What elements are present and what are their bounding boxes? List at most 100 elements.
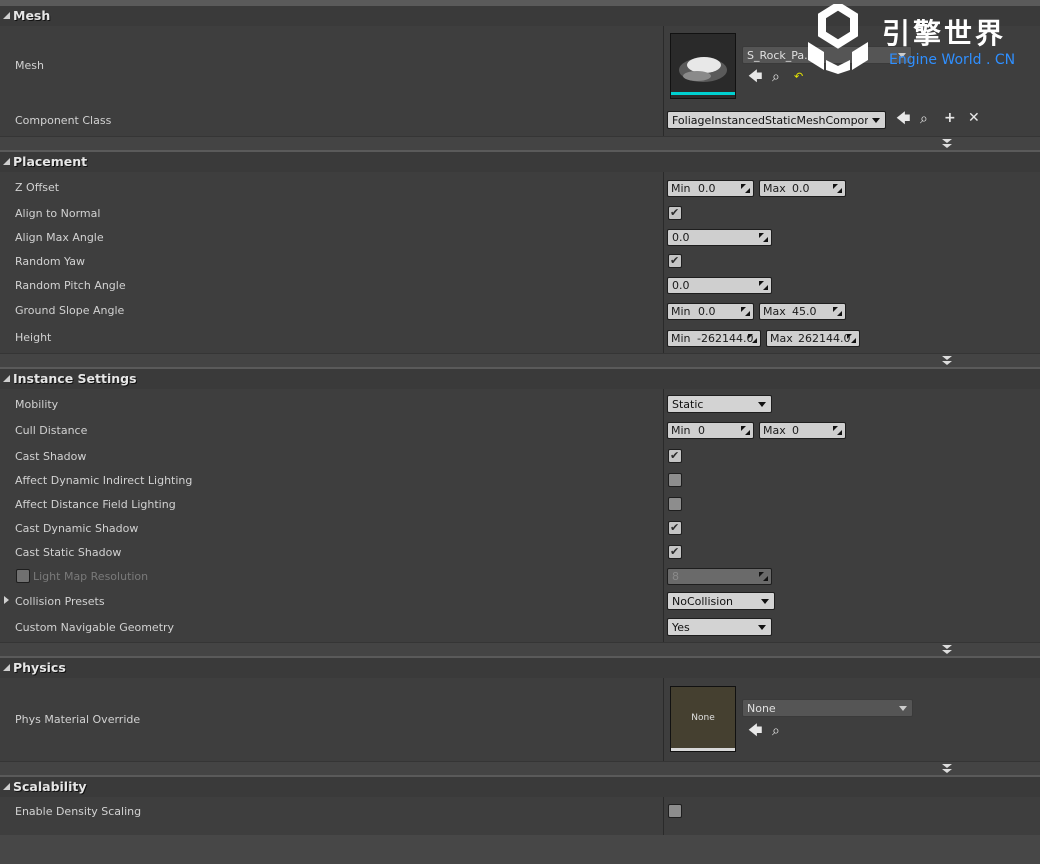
checkmark-icon: ✔ <box>670 449 680 462</box>
min-value: 0.0 <box>698 182 716 195</box>
ground-slope-min-field[interactable]: Min 0.0 <box>667 303 754 320</box>
mesh-thumbnail[interactable] <box>670 33 736 99</box>
height-min-field[interactable]: Min -262144.0 <box>667 330 761 347</box>
section-header-physics[interactable]: Physics <box>0 656 1040 678</box>
drag-handle-icon[interactable] <box>741 184 750 193</box>
expand-advanced-icon[interactable] <box>942 356 953 365</box>
align-max-angle-label: Align Max Angle <box>15 231 104 244</box>
row-cast-shadow: Cast Shadow ✔ <box>0 441 1040 465</box>
row-mobility: Mobility Static <box>0 389 1040 415</box>
expand-arrow-icon[interactable] <box>4 596 9 604</box>
phys-material-thumbnail[interactable]: None <box>670 686 736 752</box>
max-prefix: Max <box>763 424 786 437</box>
drag-handle-icon[interactable] <box>833 426 842 435</box>
row-affect-dynamic-indirect-lighting: Affect Dynamic Indirect Lighting <box>0 465 1040 489</box>
affect-dynamic-indirect-checkbox[interactable] <box>668 473 682 487</box>
section-title-placement: Placement <box>13 154 88 169</box>
phys-material-combo[interactable]: None <box>742 699 913 717</box>
collapse-triangle-icon[interactable] <box>3 664 10 671</box>
collapse-triangle-icon[interactable] <box>3 375 10 382</box>
section-footer-instance-settings[interactable] <box>0 642 1040 657</box>
section-title-scalability: Scalability <box>13 779 87 794</box>
row-collision-presets: Collision Presets NoCollision <box>0 585 1040 611</box>
chevron-down-icon <box>899 706 907 711</box>
height-label: Height <box>15 331 52 344</box>
min-prefix: Min <box>671 182 691 195</box>
engine-world-logo-icon <box>808 4 868 74</box>
field-value: 0.0 <box>672 279 690 292</box>
section-body-scalability: Enable Density Scaling <box>0 797 1040 835</box>
arrow-left-icon[interactable]: 🡄 <box>748 724 762 738</box>
section-footer-physics[interactable] <box>0 761 1040 776</box>
height-max-field[interactable]: Max 262144.0 <box>766 330 860 347</box>
custom-navigable-geometry-value: Yes <box>672 621 690 634</box>
z-offset-min-field[interactable]: Min 0.0 <box>667 180 754 197</box>
checkmark-icon: ✔ <box>670 206 680 219</box>
drag-handle-icon[interactable] <box>748 334 757 343</box>
min-prefix: Min <box>671 332 691 345</box>
align-max-angle-field[interactable]: 0.0 <box>667 229 772 246</box>
ground-slope-angle-label: Ground Slope Angle <box>15 304 125 317</box>
row-random-yaw: Random Yaw ✔ <box>0 246 1040 270</box>
section-header-scalability[interactable]: Scalability <box>0 775 1040 797</box>
checkmark-icon: ✔ <box>670 254 680 267</box>
drag-handle-icon[interactable] <box>759 281 768 290</box>
arrow-left-icon[interactable]: 🡄 <box>748 70 762 84</box>
section-footer-placement[interactable] <box>0 353 1040 368</box>
light-map-override-checkbox[interactable] <box>16 569 30 583</box>
affect-distance-field-checkbox[interactable] <box>668 497 682 511</box>
expand-advanced-icon[interactable] <box>942 139 953 148</box>
drag-handle-icon[interactable] <box>759 233 768 242</box>
affect-dynamic-indirect-label: Affect Dynamic Indirect Lighting <box>15 474 193 487</box>
max-prefix: Max <box>763 305 786 318</box>
cast-static-shadow-label: Cast Static Shadow <box>15 546 122 559</box>
ground-slope-max-field[interactable]: Max 45.0 <box>759 303 846 320</box>
cast-shadow-checkbox[interactable]: ✔ <box>668 449 682 463</box>
checkmark-icon: ✔ <box>670 521 680 534</box>
drag-handle-icon[interactable] <box>833 184 842 193</box>
min-value: 0 <box>698 424 705 437</box>
drag-handle-icon[interactable] <box>833 307 842 316</box>
custom-navigable-geometry-combo[interactable]: Yes <box>667 618 772 636</box>
max-value: 262144.0 <box>798 332 851 345</box>
search-icon[interactable]: ⌕ <box>772 724 780 738</box>
row-random-pitch-angle: Random Pitch Angle 0.0 <box>0 270 1040 294</box>
cast-static-shadow-checkbox[interactable]: ✔ <box>668 545 682 559</box>
drag-handle-icon[interactable] <box>741 426 750 435</box>
collision-presets-combo[interactable]: NoCollision <box>667 592 775 610</box>
watermark-english-text: Engine World . CN <box>889 52 1016 68</box>
phys-material-thumb-label: None <box>691 713 715 723</box>
close-icon[interactable]: ✕ <box>968 111 980 125</box>
cull-distance-min-field[interactable]: Min 0 <box>667 422 754 439</box>
max-value: 0.0 <box>792 182 810 195</box>
section-header-instance-settings[interactable]: Instance Settings <box>0 367 1040 389</box>
expand-advanced-icon[interactable] <box>942 764 953 773</box>
enable-density-scaling-checkbox[interactable] <box>668 804 682 818</box>
collapse-triangle-icon[interactable] <box>3 12 10 19</box>
expand-advanced-icon[interactable] <box>942 645 953 654</box>
collapse-triangle-icon[interactable] <box>3 158 10 165</box>
random-yaw-checkbox[interactable]: ✔ <box>668 254 682 268</box>
random-pitch-angle-field[interactable]: 0.0 <box>667 277 772 294</box>
mobility-combo[interactable]: Static <box>667 395 772 413</box>
affect-distance-field-label: Affect Distance Field Lighting <box>15 498 176 511</box>
drag-handle-icon[interactable] <box>847 334 856 343</box>
drag-handle-icon[interactable] <box>741 307 750 316</box>
collapse-triangle-icon[interactable] <box>3 783 10 790</box>
cast-dynamic-shadow-checkbox[interactable]: ✔ <box>668 521 682 535</box>
custom-navigable-geometry-label: Custom Navigable Geometry <box>15 621 175 634</box>
cull-distance-max-field[interactable]: Max 0 <box>759 422 846 439</box>
arrow-left-icon[interactable]: 🡄 <box>896 112 910 126</box>
field-value: 0.0 <box>672 231 690 244</box>
column-divider <box>663 797 664 835</box>
section-footer-mesh[interactable] <box>0 136 1040 151</box>
min-prefix: Min <box>671 424 691 437</box>
plus-icon[interactable]: + <box>944 111 956 125</box>
search-icon[interactable]: ⌕ <box>920 112 928 126</box>
search-icon[interactable]: ⌕ <box>772 70 780 84</box>
max-value: 0 <box>792 424 799 437</box>
align-to-normal-checkbox[interactable]: ✔ <box>668 206 682 220</box>
z-offset-max-field[interactable]: Max 0.0 <box>759 180 846 197</box>
section-header-placement[interactable]: Placement <box>0 150 1040 172</box>
component-class-combo[interactable]: FoliageInstancedStaticMeshComponent <box>667 111 886 129</box>
